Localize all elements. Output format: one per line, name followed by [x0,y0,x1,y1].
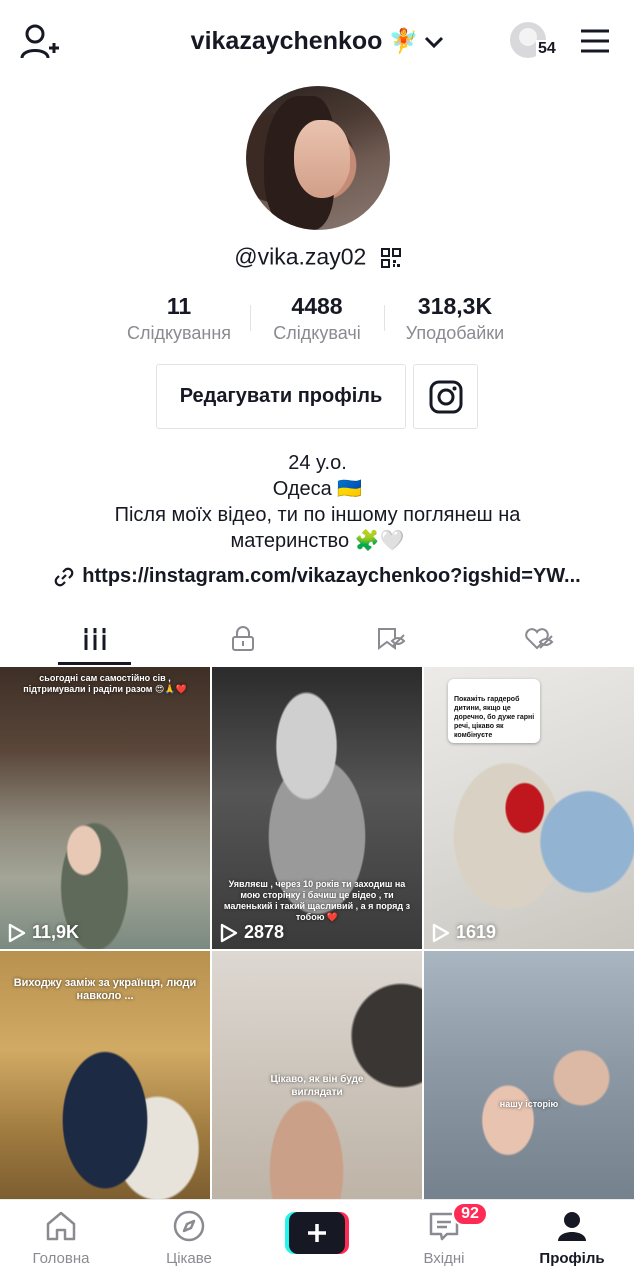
nav-label: Вхідні [423,1250,465,1267]
video-views: 11,9K [8,922,79,943]
nav-label: Цікаве [166,1250,212,1267]
stat-divider [384,305,385,331]
chevron-down-icon [424,27,444,56]
stat-divider [250,305,251,331]
bio-link[interactable]: https://instagram.com/vikazaychenkoo?igs… [54,565,581,588]
play-icon [432,923,450,942]
bio-line: материнство 🧩🤍 [230,530,405,552]
tab-liked[interactable] [460,612,618,666]
stat-label: Уподобайки [405,323,505,343]
profile-handle: @vika.zay02 [234,243,367,270]
profile-views-button[interactable]: 54 [510,22,560,62]
nav-label: Профіль [539,1250,605,1267]
profile-header: vikazaychenkoo 🧚 54 [0,0,635,84]
video-caption: Уявляєш , через 10 років ти заходиш на м… [223,879,411,922]
nav-discover[interactable]: Цікаве [139,1208,239,1267]
stat-following[interactable]: 11 Слідкування [118,293,240,344]
profile-stats: 11 Слідкування 4488 Слідкувачі 318,3K Уп… [0,293,635,353]
video-views-count: 11,9K [32,922,80,942]
stat-label: Слідкувачі [273,323,361,343]
username: vikazaychenkoo [190,26,383,55]
active-tab-indicator [58,662,131,665]
stat-value: 11 [166,293,192,319]
instagram-button[interactable] [413,364,478,429]
qr-code-icon[interactable] [380,247,401,268]
bio-link-text: https://instagram.com/vikazaychenkoo?igs… [82,565,581,587]
video-views: 2878 [220,922,284,943]
inbox-badge: 92 [452,1202,488,1226]
video-thumbnail[interactable]: сьогодні сам самостійно сів , підтримува… [0,667,210,949]
bio-line: 24 y.o. [288,452,347,474]
video-views: 1619 [432,922,496,943]
link-icon [54,567,74,586]
stat-followers[interactable]: 4488 Слідкувачі [262,293,372,344]
hamburger-menu-icon[interactable] [580,28,610,54]
liked-hidden-icon [525,628,554,650]
avatar-face [294,120,350,198]
bottom-navigation: Головна Цікаве Вхідні Профіль [0,1199,635,1280]
home-icon [11,1208,111,1244]
bio-line: Після моїх відео, ти по іншому поглянеш … [114,504,521,526]
play-icon [220,923,238,942]
video-grid: сьогодні сам самостійно сів , підтримува… [0,667,635,1233]
stat-value: 4488 [291,293,343,319]
video-thumbnail[interactable]: Виходжу заміж за українця, люди навколо … [0,951,210,1233]
stat-likes[interactable]: 318,3K Уподобайки [396,293,514,344]
create-plus-button[interactable] [285,1212,349,1254]
video-caption: нашу історію [499,1099,559,1109]
video-thumbnail[interactable]: нашу історію [424,951,634,1233]
profile-tabs [0,612,635,666]
username-emoji: 🧚 [388,27,419,55]
bio-line: Одеса 🇺🇦 [272,478,363,500]
compass-icon [139,1208,239,1244]
nav-profile[interactable]: Профіль [522,1208,622,1267]
edit-profile-button[interactable]: Редагувати профіль [156,364,406,429]
comment-reply-card: Покажіть гардероб дитини, якщо це доречн… [448,679,540,743]
video-views-count: 2878 [244,922,285,942]
tab-saved[interactable] [312,612,470,666]
profile-views-count: 54 [536,40,558,58]
video-thumbnail[interactable]: Покажіть гардероб дитини, якщо це доречн… [424,667,634,949]
tab-private[interactable] [164,612,322,666]
video-thumbnail[interactable]: Цікаво, як він буде виглядати [212,951,422,1233]
video-caption: Покажіть гардероб дитини, якщо це доречн… [454,696,535,739]
create-plus-icon [289,1212,345,1254]
grid-videos-icon [83,628,107,650]
stat-label: Слідкування [126,323,232,343]
video-views-count: 1619 [456,922,497,942]
video-caption: Виходжу заміж за українця, люди навколо … [13,977,197,1002]
nav-label: Головна [32,1250,90,1267]
nav-home[interactable]: Головна [11,1208,111,1267]
tab-videos[interactable] [16,612,174,666]
video-thumbnail[interactable]: Уявляєш , через 10 років ти заходиш на м… [212,667,422,949]
profile-handle-row: @vika.zay02 [0,242,635,270]
video-caption: Цікаво, як він буде виглядати [270,1074,364,1098]
stat-value: 318,3K [417,293,493,319]
profile-icon [522,1208,622,1244]
private-lock-icon [232,626,254,651]
profile-bio: 24 y.o. Одеса 🇺🇦 Після моїх відео, ти по… [60,450,575,554]
saved-hidden-icon [378,628,406,650]
instagram-icon [429,380,462,413]
avatar[interactable] [246,86,390,230]
video-caption: сьогодні сам самостійно сів , підтримува… [23,673,187,694]
play-icon [8,923,26,942]
